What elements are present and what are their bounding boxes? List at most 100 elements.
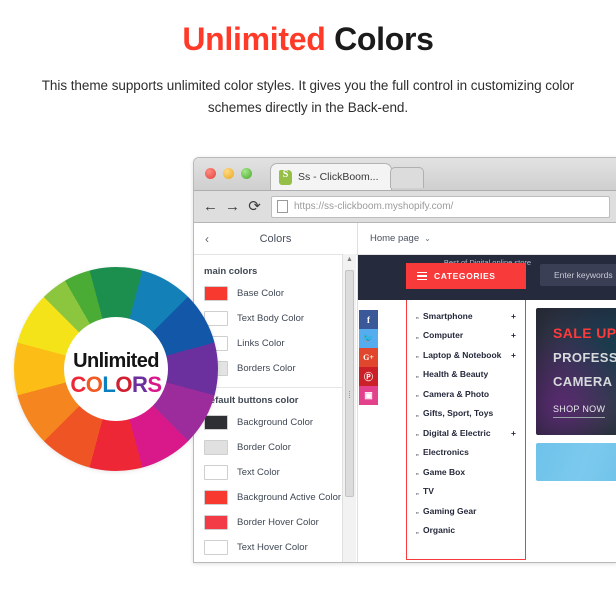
browser-toolbar: ← → ⟳ https://ss-clickboom.myshopify.com…	[194, 191, 616, 223]
chevron-down-icon[interactable]: ⌄	[424, 234, 431, 243]
google-plus-icon[interactable]: G+	[359, 348, 378, 367]
list-bullet-icon: „	[416, 350, 419, 360]
category-label: Electronics	[423, 447, 469, 458]
page-selector-label[interactable]: Home page	[370, 233, 419, 244]
category-label: Organic	[423, 525, 456, 536]
store-preview-pane: Home page ⌄ Best of Digital online store…	[358, 223, 616, 562]
page-title-accent: Unlimited	[182, 21, 326, 57]
category-item[interactable]: „ Digital & Electric +	[407, 423, 525, 443]
minimize-window-icon[interactable]	[223, 168, 234, 179]
setting-row-links-color[interactable]: Links Color	[194, 331, 357, 356]
sidebar-back-icon[interactable]: ‹	[194, 232, 220, 246]
wheel-title-bottom: COLORS	[14, 374, 218, 396]
pinterest-icon[interactable]: Ⓟ	[359, 367, 378, 386]
setting-row-background-active-color[interactable]: Background Active Color	[194, 485, 357, 510]
list-bullet-icon: „	[416, 506, 419, 516]
category-label: TV	[423, 486, 434, 497]
sidebar-scrollbar[interactable]: ▲	[342, 254, 356, 562]
color-wheel-label: Unlimited COLORS	[14, 351, 218, 396]
setting-row-background-color[interactable]: Background Color	[194, 410, 357, 435]
store-body: f 🐦 G+ Ⓟ ▣ „ Smartphone + „ Computer + „…	[358, 300, 616, 562]
maximize-window-icon[interactable]	[241, 168, 252, 179]
store-search-input[interactable]: Enter keywords	[540, 264, 616, 286]
hero-line-1: SALE UP	[553, 325, 616, 341]
wheel-letter-o2: O	[115, 372, 132, 397]
category-item[interactable]: „ Camera & Photo	[407, 384, 525, 404]
customizer-app: ‹ Colors main colors Base Color Text Bod…	[194, 223, 616, 562]
list-bullet-icon: „	[416, 447, 419, 457]
sidebar-title: Colors	[259, 232, 292, 245]
color-swatch[interactable]	[204, 490, 228, 505]
instagram-icon[interactable]: ▣	[359, 386, 378, 405]
page-title: Unlimited Colors	[0, 0, 616, 57]
setting-row-border-color[interactable]: Border Color	[194, 435, 357, 460]
close-window-icon[interactable]	[205, 168, 216, 179]
hero-banner[interactable]: SALE UP PROFESSIONAL CAMERA SHOP NOW	[536, 308, 616, 435]
setting-label: Border Color	[237, 442, 291, 453]
customizer-sidebar: ‹ Colors main colors Base Color Text Bod…	[194, 223, 358, 562]
window-controls	[205, 168, 252, 179]
list-bullet-icon: „	[416, 311, 419, 321]
preview-header: Home page ⌄	[358, 223, 616, 255]
wheel-letter-c: C	[70, 372, 86, 397]
list-bullet-icon: „	[416, 369, 419, 379]
page-subtitle: This theme supports unlimited color styl…	[41, 78, 575, 116]
browser-tab-title: Ss - ClickBoom...	[298, 171, 379, 183]
setting-label: Border Hover Color	[237, 517, 319, 528]
setting-label: Borders Color	[237, 363, 296, 374]
list-bullet-icon: „	[416, 408, 419, 418]
shop-now-button[interactable]: SHOP NOW	[553, 404, 606, 418]
list-bullet-icon: „	[416, 525, 419, 535]
list-bullet-icon: „	[416, 467, 419, 477]
setting-label: Text Body Color	[237, 313, 305, 324]
category-item[interactable]: „ Gifts, Sport, Toys	[407, 404, 525, 424]
reload-button[interactable]: ⟳	[245, 199, 264, 214]
back-button[interactable]: ←	[201, 199, 220, 214]
setting-row-base-color[interactable]: Base Color	[194, 281, 357, 306]
twitter-icon[interactable]: 🐦	[359, 329, 378, 348]
setting-label: Text Hover Color	[237, 542, 308, 553]
setting-row-text-hover-color[interactable]: Text Hover Color	[194, 535, 357, 560]
browser-tab[interactable]: Ss - ClickBoom...	[270, 163, 392, 190]
category-item[interactable]: „ Smartphone +	[407, 306, 525, 326]
forward-button[interactable]: →	[223, 199, 242, 214]
secondary-banner[interactable]	[536, 443, 616, 481]
scrollbar-thumb[interactable]	[345, 270, 354, 497]
address-bar[interactable]: https://ss-clickboom.myshopify.com/	[271, 195, 610, 218]
expand-icon[interactable]: +	[511, 428, 516, 438]
category-label: Laptop & Notebook	[423, 349, 502, 360]
shopify-favicon-icon	[279, 169, 292, 185]
hero-line-2: PROFESSIONAL	[553, 350, 616, 365]
category-item[interactable]: „ Gaming Gear	[407, 501, 525, 521]
setting-row-text-body-color[interactable]: Text Body Color	[194, 306, 357, 331]
new-tab-button[interactable]	[390, 167, 424, 188]
expand-icon[interactable]: +	[511, 311, 516, 321]
category-label: Digital & Electric	[423, 427, 491, 438]
category-item[interactable]: „ Organic	[407, 521, 525, 541]
scrollbar-grip-icon	[349, 391, 350, 399]
category-item[interactable]: „ Laptop & Notebook +	[407, 345, 525, 365]
category-item[interactable]: „ Computer +	[407, 326, 525, 346]
group-label-main-colors: main colors	[204, 266, 258, 277]
wheel-letter-s: S	[147, 372, 162, 397]
setting-row-border-hover-color[interactable]: Border Hover Color	[194, 510, 357, 535]
expand-icon[interactable]: +	[511, 330, 516, 340]
wheel-title-top: Unlimited	[73, 350, 159, 372]
setting-label: Background Color	[237, 417, 314, 428]
category-label: Camera & Photo	[423, 388, 490, 399]
facebook-icon[interactable]: f	[359, 310, 378, 329]
color-swatch[interactable]	[204, 540, 228, 555]
setting-label: Base Color	[237, 288, 284, 299]
category-item[interactable]: „ Health & Beauty	[407, 365, 525, 385]
expand-icon[interactable]: +	[511, 350, 516, 360]
color-wheel-badge: Unlimited COLORS	[14, 267, 218, 471]
setting-row-borders-color[interactable]: Borders Color	[194, 356, 357, 381]
categories-button[interactable]: CATEGORIES	[406, 263, 526, 289]
category-item[interactable]: „ Electronics	[407, 443, 525, 463]
setting-row-text-color[interactable]: Text Color	[194, 460, 357, 485]
color-swatch[interactable]	[204, 515, 228, 530]
category-item[interactable]: „ Game Box	[407, 462, 525, 482]
scroll-up-icon[interactable]: ▲	[343, 254, 356, 266]
category-item[interactable]: „ TV	[407, 482, 525, 502]
page-title-plain: Colors	[334, 21, 434, 57]
